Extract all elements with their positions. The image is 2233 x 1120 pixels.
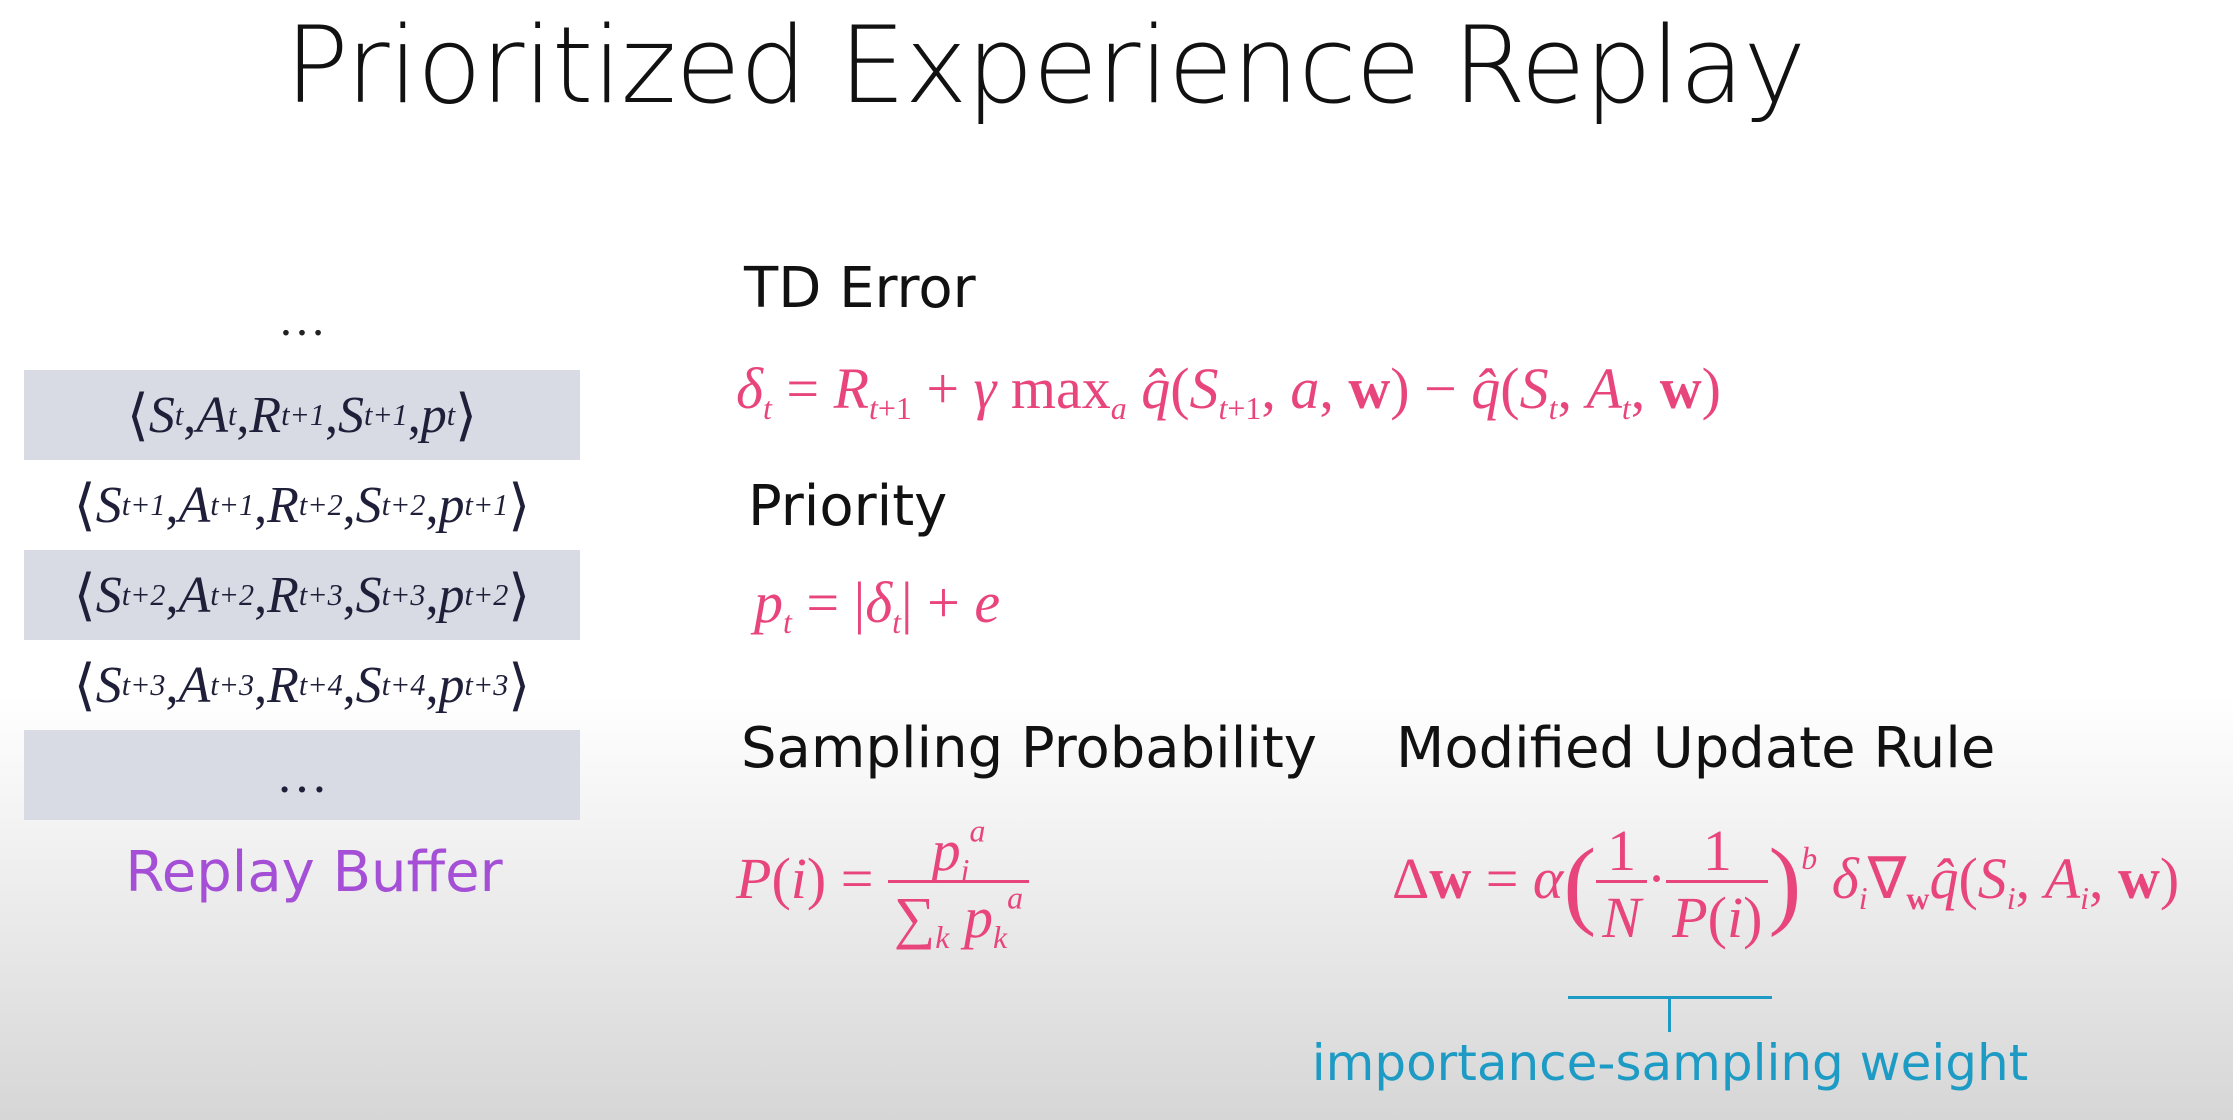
priority-formula: pt = |δt| + e <box>754 570 1001 641</box>
replay-buffer-row-t2: ⟨ St+2, At+2, Rt+3, St+3, p t+2 ⟩ <box>24 550 580 640</box>
modified-update-rule-formula: Δw = α(1 N · 1 P(i))b δi∇wq̂(Si, Ai, w) <box>1392 818 2180 950</box>
importance-sampling-bracket-tick <box>1668 996 1671 1032</box>
td-error-heading: TD Error <box>744 256 976 321</box>
replay-buffer-row-t1: ⟨ St+1, At+1, Rt+2, St+2, p t+1 ⟩ <box>73 474 531 537</box>
modified-update-rule-heading: Modified Update Rule <box>1396 716 1996 781</box>
priority-heading: Priority <box>748 474 948 539</box>
importance-sampling-label: importance-sampling weight <box>1311 1034 2029 1092</box>
replay-buffer-row-ellipsis: … <box>24 730 580 820</box>
sampling-probability-heading: Sampling Probability <box>741 716 1317 781</box>
slide-title: Prioritized Experience Replay <box>284 4 1806 127</box>
sampling-probability-formula: P(i) = pia ∑k pka <box>736 815 1030 954</box>
replay-buffer-row-t: ⟨ St, At, Rt+1, St+1, p t ⟩ <box>24 370 580 460</box>
replay-buffer-label: Replay Buffer <box>125 840 503 905</box>
replay-buffer-top-ellipsis: … <box>278 293 326 346</box>
td-error-formula: δt = Rt+1 + γ maxa q̂(St+1, a, w) − q̂(S… <box>736 356 1721 427</box>
replay-buffer-row-t3: ⟨ St+3, At+3, Rt+4, St+4, p t+3 ⟩ <box>73 654 531 717</box>
replay-buffer-bottom-ellipsis: … <box>276 746 328 804</box>
